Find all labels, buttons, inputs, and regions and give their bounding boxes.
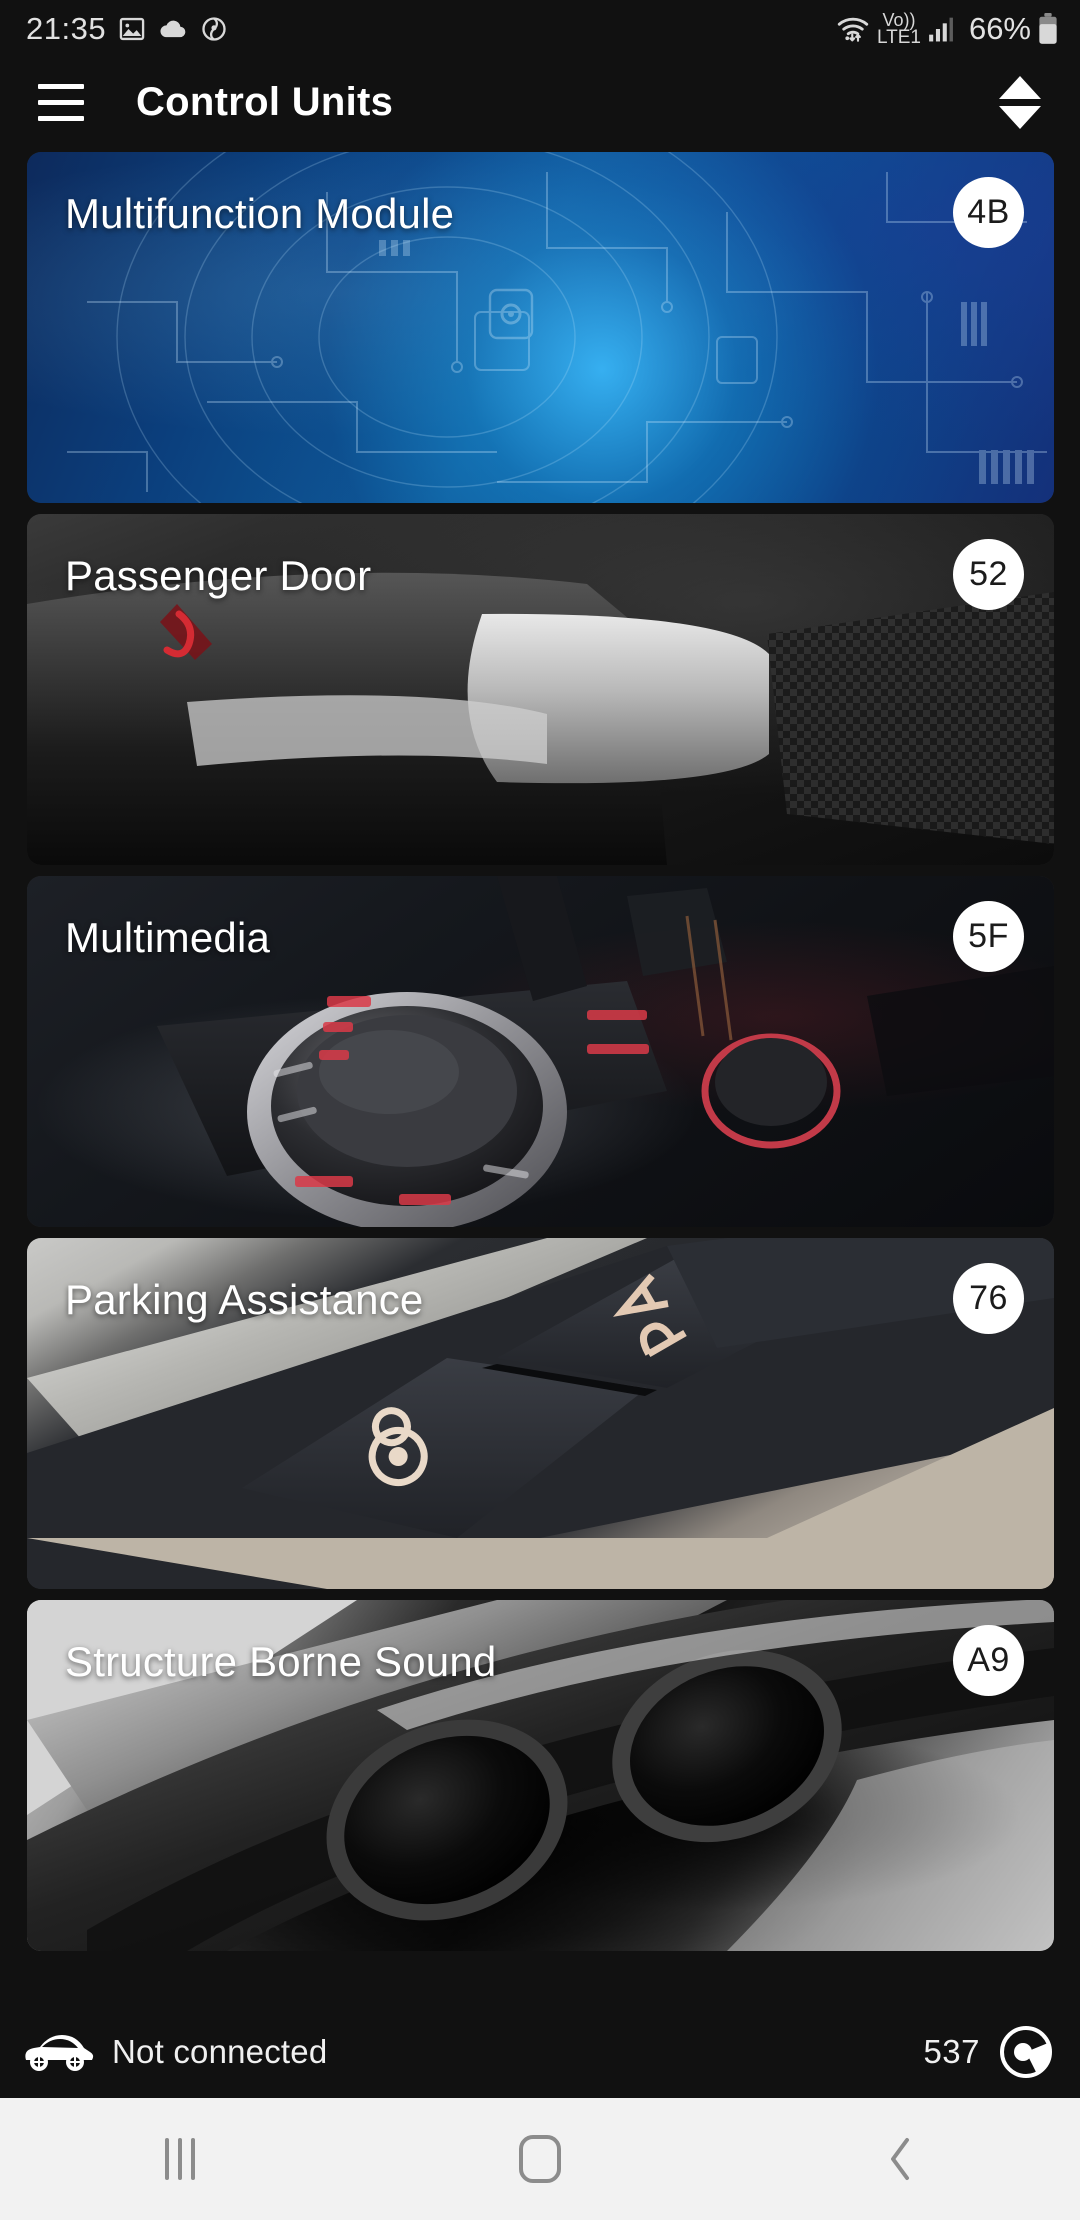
- card-badge[interactable]: 76: [953, 1263, 1024, 1334]
- card-title: Parking Assistance: [65, 1276, 424, 1323]
- card-badge[interactable]: A9: [953, 1625, 1024, 1696]
- control-unit-card[interactable]: Structure Borne Sound A9: [27, 1600, 1054, 1951]
- card-title: Multifunction Module: [65, 190, 455, 237]
- footer-right-group: 537: [923, 2024, 1054, 2080]
- volte-label-bottom: LTE1: [876, 27, 921, 48]
- card-badge[interactable]: 4B: [953, 177, 1024, 248]
- signal-bars-icon: [928, 15, 962, 43]
- back-glyph: [891, 2138, 909, 2180]
- recents-glyph: [165, 2138, 195, 2180]
- card-badge[interactable]: 52: [953, 539, 1024, 610]
- counter-label: 537: [923, 2033, 980, 2070]
- volte-icon: Vo)) LTE1: [877, 11, 921, 47]
- sort-up-down-icon[interactable]: [990, 67, 1050, 137]
- cloud-icon: [158, 15, 188, 43]
- card-badge[interactable]: 5F: [953, 901, 1024, 972]
- control-units-list[interactable]: Multifunction Module 4B Passenger Door 5…: [0, 146, 1080, 2006]
- back-icon[interactable]: [720, 2098, 1080, 2220]
- sort-arrow-down: [999, 105, 1041, 129]
- car-icon: [20, 2030, 94, 2074]
- control-unit-card[interactable]: Passenger Door 52: [27, 514, 1054, 865]
- home-icon[interactable]: [360, 2098, 720, 2220]
- sort-arrow-up: [999, 75, 1041, 99]
- carly-c-logo-icon[interactable]: [998, 2024, 1054, 2080]
- wifi-icon: [836, 14, 870, 44]
- page-title: Control Units: [136, 79, 394, 124]
- home-glyph: [519, 2135, 561, 2183]
- card-title: Multimedia: [65, 914, 271, 961]
- phone-screen: 21:35 Vo)) LTE1 66% Control Units Multif…: [0, 0, 1080, 2220]
- connection-status-bar[interactable]: Not connected 537: [0, 2006, 1080, 2098]
- control-unit-card[interactable]: Multimedia 5F: [27, 876, 1054, 1227]
- card-title: Structure Borne Sound: [65, 1638, 497, 1685]
- status-bar: 21:35 Vo)) LTE1 66%: [0, 0, 1080, 58]
- connection-status-label: Not connected: [112, 2033, 328, 2070]
- hamburger-menu-icon[interactable]: [38, 80, 88, 124]
- app-bar: Control Units: [0, 58, 1080, 146]
- clock-alarm-icon: [200, 15, 228, 43]
- battery-icon: [1038, 13, 1058, 45]
- image-icon: [118, 15, 146, 43]
- android-nav-bar[interactable]: [0, 2098, 1080, 2220]
- battery-percent-label: 66%: [968, 11, 1031, 46]
- recents-icon[interactable]: [0, 2098, 360, 2220]
- status-bar-right: Vo)) LTE1 66%: [836, 11, 1058, 47]
- status-bar-left: 21:35: [26, 11, 228, 47]
- control-unit-card[interactable]: Multifunction Module 4B: [27, 152, 1054, 503]
- card-title: Passenger Door: [65, 552, 372, 599]
- status-clock: 21:35: [26, 11, 107, 46]
- control-unit-card[interactable]: Parking Assistance 76: [27, 1238, 1054, 1589]
